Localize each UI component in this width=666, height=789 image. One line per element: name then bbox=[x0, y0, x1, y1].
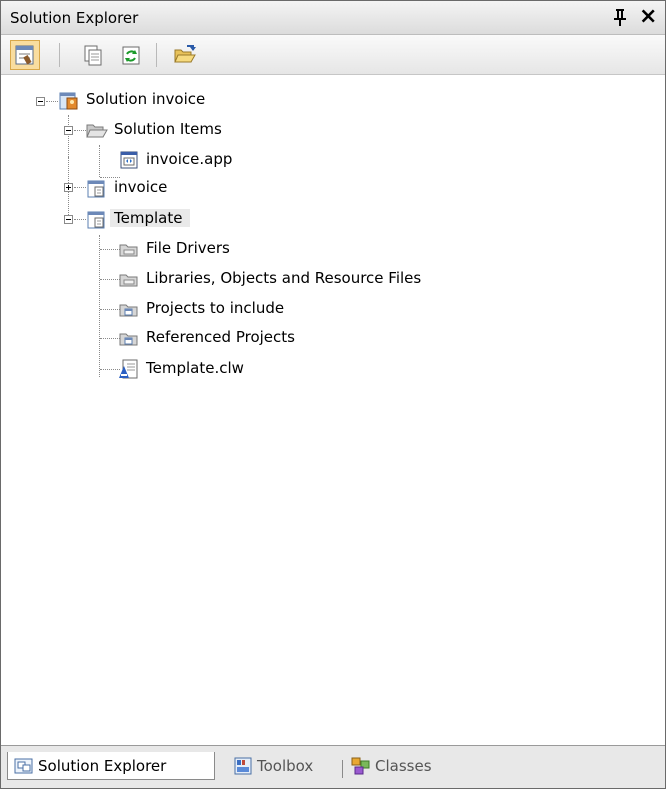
solution-icon bbox=[59, 92, 78, 110]
tree-connector bbox=[100, 338, 120, 339]
show-all-files-icon bbox=[84, 45, 102, 66]
folder-icon bbox=[119, 274, 138, 287]
tree-node-label: Solution Items bbox=[114, 120, 222, 138]
tree-connector bbox=[46, 101, 58, 102]
tab-classes[interactable]: Classes bbox=[347, 752, 436, 780]
app-file-icon bbox=[120, 151, 138, 169]
classes-icon bbox=[351, 757, 370, 775]
tree-connector bbox=[68, 115, 69, 157]
project-icon bbox=[87, 180, 105, 198]
tab-label: Classes bbox=[375, 757, 432, 775]
close-icon[interactable]: × bbox=[639, 3, 657, 31]
tree-connector bbox=[74, 219, 86, 220]
tree-connector bbox=[99, 145, 100, 177]
tab-label: Toolbox bbox=[257, 757, 314, 775]
panel-title: Solution Explorer bbox=[10, 9, 139, 27]
solution-explorer-icon bbox=[14, 758, 33, 773]
source-file-icon bbox=[119, 359, 138, 379]
tree-node-label: Template.clw bbox=[146, 359, 244, 377]
toolbar-separator bbox=[156, 43, 157, 67]
toolbox-icon bbox=[234, 757, 252, 775]
tree-node-label: File Drivers bbox=[146, 239, 230, 257]
collapse-toggle[interactable] bbox=[64, 126, 73, 135]
solution-tree: Solution invoice Solution Items invoice.… bbox=[2, 75, 665, 745]
tree-node-label: Solution invoice bbox=[86, 90, 206, 108]
toolbar-separator bbox=[59, 43, 60, 67]
panel-title-bar[interactable]: Solution Explorer × bbox=[1, 1, 665, 35]
properties-button[interactable] bbox=[10, 40, 40, 70]
open-folder-button[interactable] bbox=[173, 43, 197, 67]
folder-icon bbox=[119, 304, 138, 317]
open-folder-icon bbox=[86, 124, 108, 138]
tab-toolbox[interactable]: Toolbox bbox=[229, 752, 317, 780]
solution-explorer-panel: Solution Explorer × Solution invoice Sol… bbox=[0, 0, 666, 789]
tree-connector bbox=[100, 309, 120, 310]
collapse-toggle[interactable] bbox=[64, 215, 73, 224]
tree-node-label: Referenced Projects bbox=[146, 328, 295, 346]
project-icon bbox=[87, 211, 105, 229]
pin-icon[interactable] bbox=[613, 7, 627, 27]
tree-node-label: Projects to include bbox=[146, 299, 285, 317]
tree-connector bbox=[100, 279, 120, 280]
tree-node-label: Libraries, Objects and Resource Files bbox=[146, 269, 422, 287]
toolbar bbox=[1, 35, 665, 75]
tab-solution-explorer[interactable]: Solution Explorer bbox=[7, 752, 215, 780]
folder-icon bbox=[119, 244, 138, 257]
tab-separator bbox=[342, 760, 343, 778]
folder-icon bbox=[119, 333, 138, 346]
properties-icon bbox=[15, 45, 34, 65]
tree-connector bbox=[74, 187, 86, 188]
refresh-button[interactable] bbox=[119, 43, 143, 67]
tab-label: Solution Explorer bbox=[38, 756, 167, 775]
collapse-toggle[interactable] bbox=[36, 97, 45, 106]
tree-node-label: invoice bbox=[114, 178, 168, 196]
tree-connector bbox=[100, 369, 120, 370]
bottom-tab-bar: Solution Explorer Toolbox Classes bbox=[1, 745, 665, 788]
tree-connector bbox=[74, 130, 86, 131]
expand-toggle[interactable] bbox=[64, 183, 73, 192]
open-folder-icon bbox=[174, 45, 196, 63]
tree-node-label: invoice.app bbox=[146, 150, 233, 168]
tree-connector bbox=[100, 249, 120, 250]
refresh-icon bbox=[122, 46, 140, 65]
tree-connector bbox=[99, 235, 100, 377]
show-all-files-button[interactable] bbox=[81, 43, 105, 67]
tree-node-label: Template bbox=[110, 209, 191, 227]
